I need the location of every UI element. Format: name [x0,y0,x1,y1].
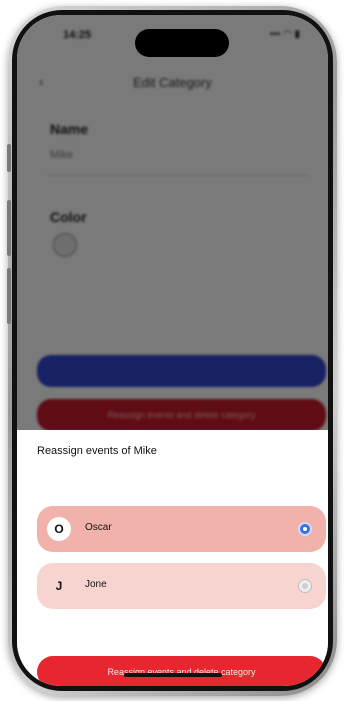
radio-selected-icon[interactable] [298,522,312,536]
reassign-bottom-sheet: Reassign events of Mike O Oscar J Jone R… [17,430,328,686]
volume-up-button [7,200,11,256]
sheet-title: Reassign events of Mike [37,445,157,457]
home-indicator[interactable] [124,673,222,677]
option-jone[interactable]: J Jone [37,563,326,609]
avatar: J [55,579,63,593]
option-label: Oscar [85,522,112,533]
option-label: Jone [85,579,107,590]
silent-switch [7,144,11,172]
phone-screen: 14:25 ••• ◠ ▮ ‹ Edit Category Name Mike … [17,15,328,686]
avatar: O [47,517,71,541]
dynamic-island [135,29,229,57]
volume-down-button [7,268,11,324]
radio-unselected-icon[interactable] [298,579,312,593]
reassign-and-delete-button[interactable]: Reassign events and delete category [37,656,326,686]
option-oscar[interactable]: O Oscar [37,506,326,552]
